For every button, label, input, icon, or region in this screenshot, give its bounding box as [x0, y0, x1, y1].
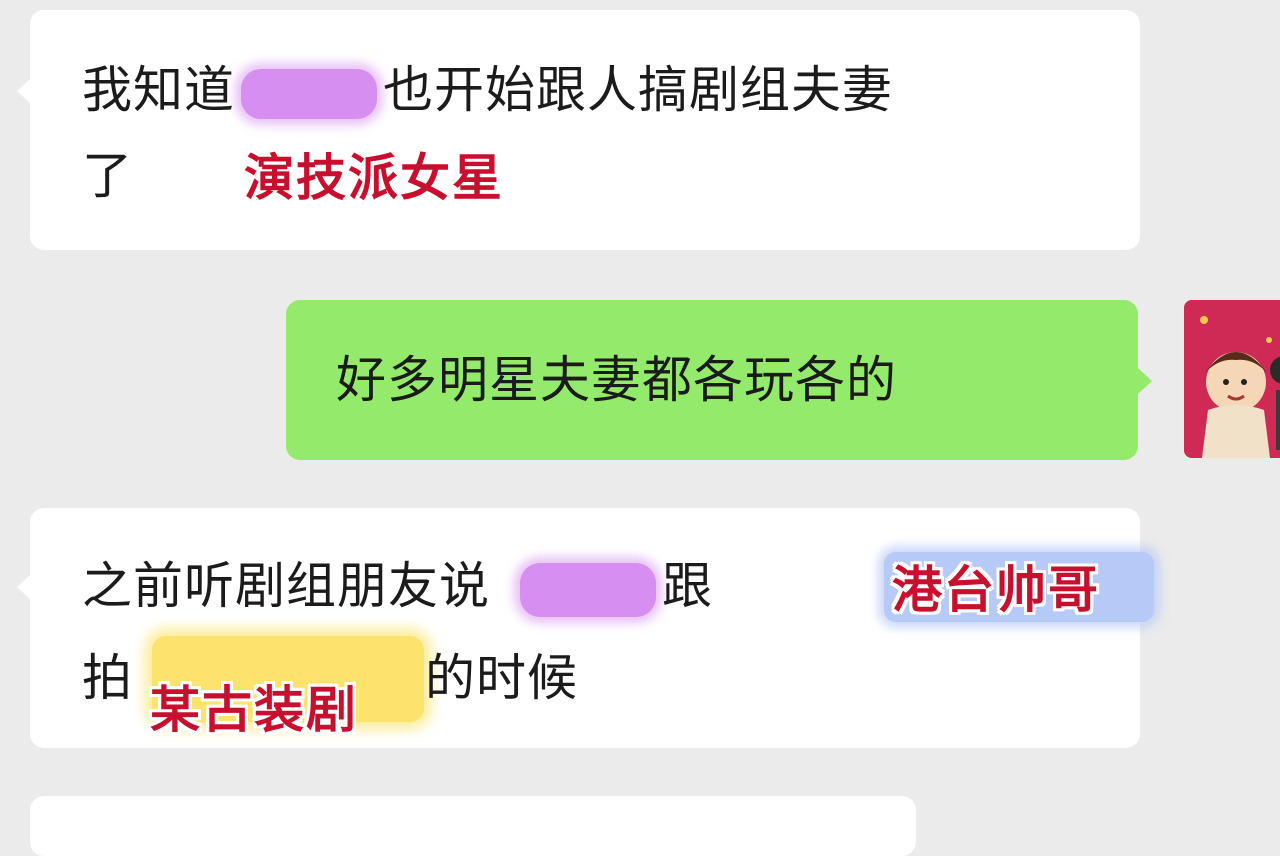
message-text-part: 拍 — [82, 649, 133, 707]
message-text-part: 我知道 — [82, 61, 235, 119]
message-bubble-incoming-1[interactable] — [30, 10, 1140, 250]
bubble-tail — [1138, 368, 1152, 394]
message-text-part: 了 — [82, 147, 133, 205]
message-text-part: 也开始跟人搞剧组夫妻 — [383, 61, 893, 119]
message-text: 了 — [82, 146, 133, 206]
message-text-part: 之前听剧组朋友说 — [82, 557, 490, 615]
message-text: 我知道 也开始跟人搞剧组夫妻 — [82, 60, 893, 120]
bubble-tail — [17, 78, 31, 104]
annotation-tag: 演技派女星 — [244, 149, 504, 207]
message-text-part: 跟 — [662, 557, 713, 615]
redacted-name — [241, 68, 377, 119]
annotation-tag: 港台帅哥 — [892, 561, 1100, 619]
message-bubble-partial[interactable] — [30, 796, 916, 856]
annotation-tag: 某古装剧 — [150, 681, 358, 739]
message-text: 好多明星夫妻都各玩各的 — [336, 351, 897, 409]
cartoon-avatar-icon — [1184, 300, 1280, 458]
user-avatar[interactable] — [1184, 300, 1280, 458]
redacted-name — [520, 562, 656, 617]
bubble-tail — [17, 574, 31, 600]
message-text-part: 的时候 — [425, 649, 578, 707]
message-text: 之前听剧组朋友说 跟 — [82, 556, 713, 617]
